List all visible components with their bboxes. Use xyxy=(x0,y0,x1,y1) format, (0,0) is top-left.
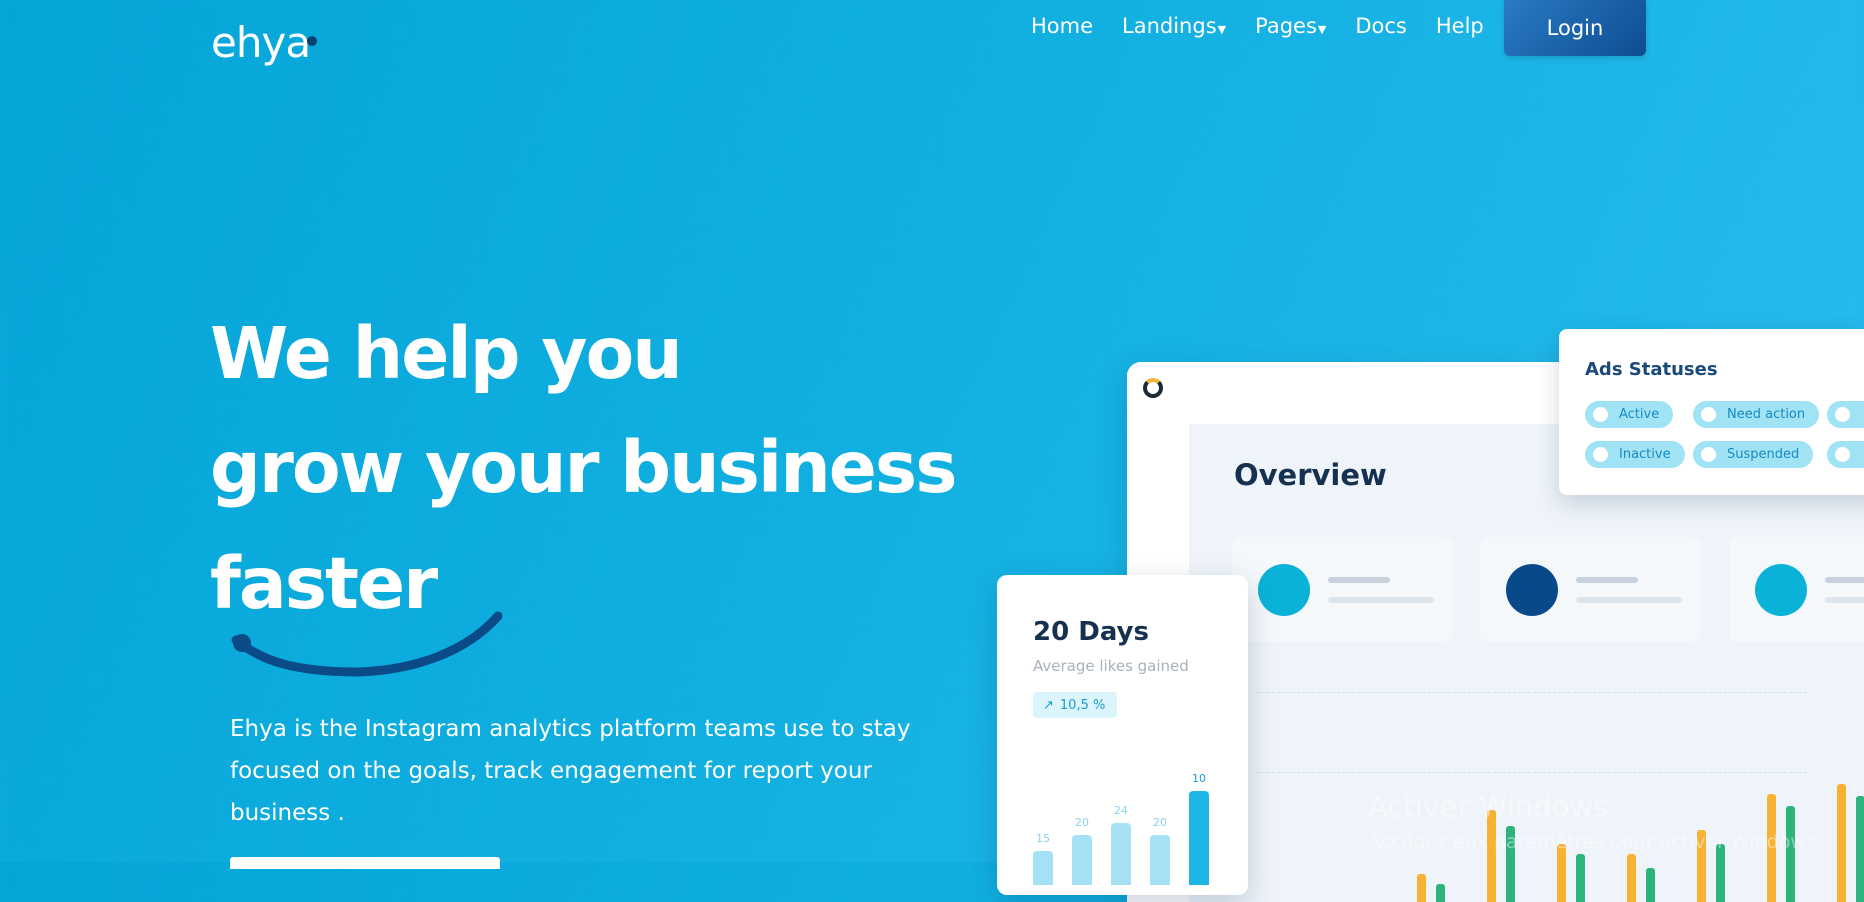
chart-bar-green xyxy=(1856,796,1864,902)
nav-landings-label: Landings xyxy=(1122,14,1217,38)
chart-bar-yellow xyxy=(1837,784,1846,902)
arrow-up-right-icon: ↗ xyxy=(1043,697,1054,713)
likes-card-title: 20 Days xyxy=(1033,617,1149,647)
growth-value: 10,5 % xyxy=(1059,697,1106,713)
windows-activation-title: Activer Windows xyxy=(1368,790,1609,824)
nav-help[interactable]: Help xyxy=(1436,14,1484,38)
stat-circle xyxy=(1258,564,1310,616)
likes-bar-label: 10 xyxy=(1192,772,1206,785)
chart-bar-yellow xyxy=(1627,854,1636,902)
likes-bar xyxy=(1150,835,1170,885)
cta-button[interactable] xyxy=(230,857,500,869)
logo[interactable]: ehya xyxy=(211,18,311,67)
likes-bar xyxy=(1072,835,1092,885)
nav-home-label: Home xyxy=(1031,14,1094,38)
hero-description: Ehya is the Instagram analytics platform… xyxy=(230,716,911,826)
stat-placeholder-line xyxy=(1328,577,1390,583)
overview-title: Overview xyxy=(1234,458,1387,492)
likes-bar-label: 15 xyxy=(1036,832,1050,845)
stat-circle xyxy=(1506,564,1558,616)
chevron-down-icon: ▼ xyxy=(1217,23,1227,36)
hero-title-line-3: faster xyxy=(210,542,438,625)
dashboard-bar-chart xyxy=(1257,672,1864,902)
stat-placeholder-line xyxy=(1576,577,1638,583)
nav-home[interactable]: Home xyxy=(1031,14,1093,38)
likes-mini-chart: 15 20 24 20 10 xyxy=(1033,735,1233,895)
chart-bar-green xyxy=(1436,884,1445,902)
nav-docs-label: Docs xyxy=(1355,14,1407,38)
likes-bar xyxy=(1033,851,1053,885)
stat-card xyxy=(1480,537,1700,642)
status-pill[interactable] xyxy=(1827,441,1864,468)
likes-card: 20 Days Average likes gained ↗ 10,5 % 15… xyxy=(997,575,1248,895)
likes-bar-label: 24 xyxy=(1114,804,1128,817)
main-nav: Home Landings ▼ Pages ▼ Docs Help xyxy=(1031,14,1484,38)
nav-docs[interactable]: Docs xyxy=(1355,14,1407,38)
status-pill-suspended[interactable]: Suspended xyxy=(1693,441,1814,468)
chart-bar-green xyxy=(1646,868,1655,902)
status-pill-inactive[interactable]: Inactive xyxy=(1585,441,1685,468)
chart-bar-green xyxy=(1786,806,1795,902)
loading-icon xyxy=(1143,378,1163,398)
nav-pages[interactable]: Pages ▼ xyxy=(1255,14,1326,38)
windows-activation-subtitle: Accédez aux paramètres pour activer Wind… xyxy=(1368,831,1822,853)
gridline xyxy=(1257,772,1807,773)
stat-placeholder-line xyxy=(1328,597,1434,603)
nav-help-label: Help xyxy=(1435,14,1484,38)
stat-placeholder-line xyxy=(1825,577,1864,583)
nav-landings[interactable]: Landings ▼ xyxy=(1122,14,1226,38)
stat-card xyxy=(1232,537,1452,642)
chevron-down-icon: ▼ xyxy=(1317,23,1327,36)
likes-bar-label: 20 xyxy=(1153,816,1167,829)
chart-bar-yellow xyxy=(1417,874,1426,902)
gridline xyxy=(1257,692,1807,693)
status-pill-active[interactable]: Active xyxy=(1585,401,1674,428)
nav-pages-label: Pages xyxy=(1255,14,1317,38)
hero-title-line-2: grow your business xyxy=(210,426,957,509)
likes-bar xyxy=(1111,823,1131,885)
likes-bar xyxy=(1189,791,1209,885)
growth-badge: ↗ 10,5 % xyxy=(1033,692,1118,718)
ads-statuses-title: Ads Statuses xyxy=(1585,359,1718,380)
stat-placeholder-line xyxy=(1825,597,1864,603)
status-pill-need-action[interactable]: Need action xyxy=(1693,401,1820,428)
hero-title-line-1: We help you xyxy=(210,312,683,395)
logo-dot xyxy=(307,36,317,46)
stat-circle xyxy=(1755,564,1807,616)
login-button[interactable]: Login xyxy=(1504,0,1646,56)
status-pill[interactable] xyxy=(1827,401,1864,428)
ads-statuses-card: Ads Statuses Active Need action Inactive… xyxy=(1559,329,1864,495)
likes-bar-label: 20 xyxy=(1075,816,1089,829)
underline-swoosh xyxy=(231,611,503,677)
chart-bar-green xyxy=(1576,854,1585,902)
stat-placeholder-line xyxy=(1576,597,1682,603)
likes-card-subtitle: Average likes gained xyxy=(1033,657,1189,675)
stat-card xyxy=(1729,537,1864,642)
